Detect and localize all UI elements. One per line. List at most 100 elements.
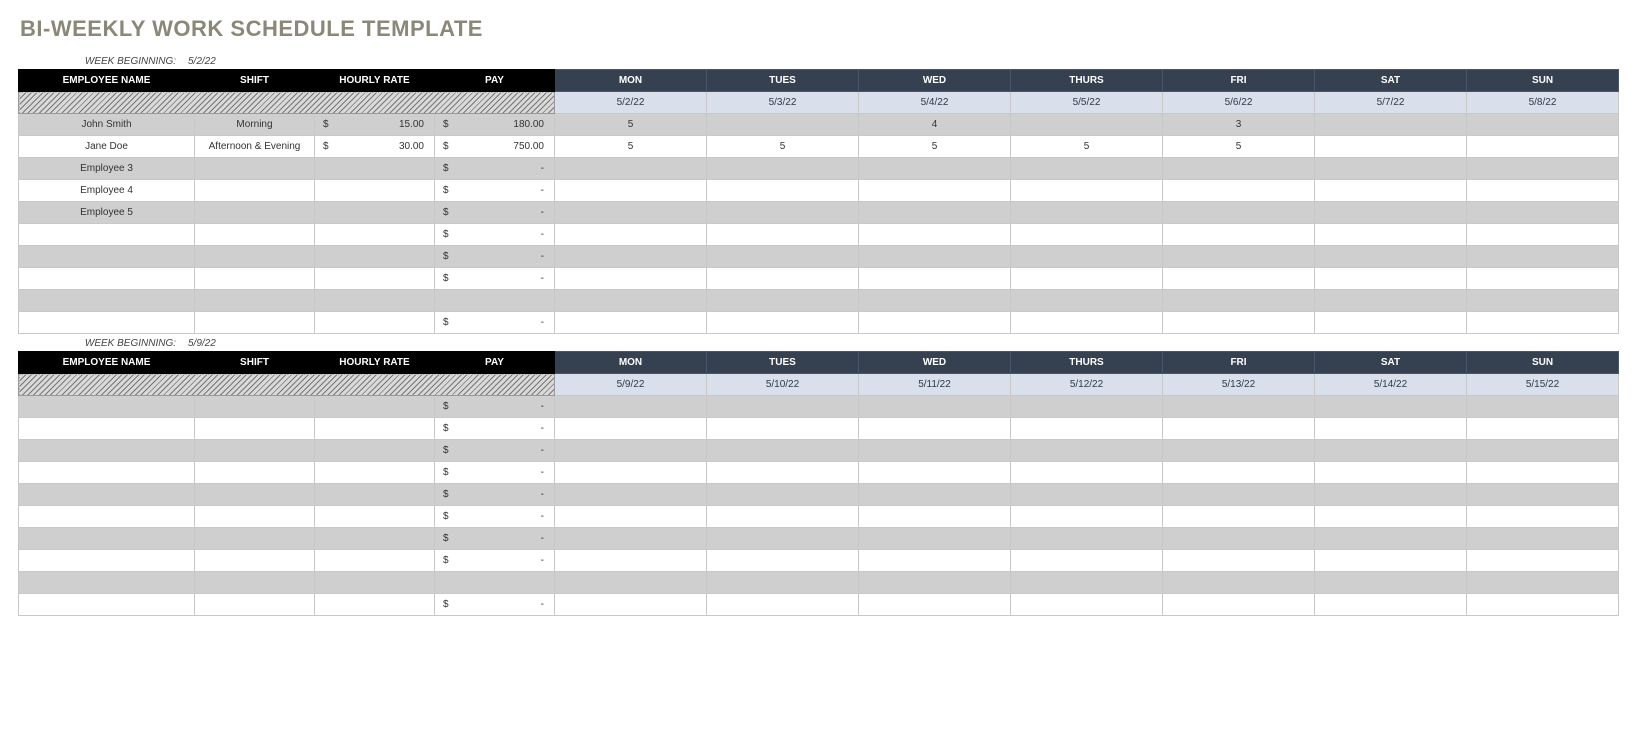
hours-cell[interactable] xyxy=(555,418,707,440)
hours-cell[interactable] xyxy=(555,572,707,594)
shift-cell[interactable] xyxy=(195,202,315,224)
hours-cell[interactable] xyxy=(1011,312,1163,334)
hours-cell[interactable] xyxy=(1315,246,1467,268)
shift-cell[interactable] xyxy=(195,594,315,616)
shift-cell[interactable] xyxy=(195,158,315,180)
hours-cell[interactable] xyxy=(859,312,1011,334)
hours-cell[interactable] xyxy=(1467,290,1619,312)
employee-name-cell[interactable] xyxy=(19,396,195,418)
hours-cell[interactable] xyxy=(1315,312,1467,334)
hours-cell[interactable] xyxy=(1163,202,1315,224)
hours-cell[interactable] xyxy=(555,180,707,202)
hours-cell[interactable] xyxy=(1467,528,1619,550)
shift-cell[interactable] xyxy=(195,396,315,418)
hours-cell[interactable] xyxy=(1467,158,1619,180)
hours-cell[interactable] xyxy=(859,268,1011,290)
hours-cell[interactable] xyxy=(1467,396,1619,418)
hours-cell[interactable] xyxy=(707,246,859,268)
hours-cell[interactable] xyxy=(859,440,1011,462)
hours-cell[interactable] xyxy=(1163,158,1315,180)
hours-cell[interactable] xyxy=(555,528,707,550)
employee-name-cell[interactable] xyxy=(19,550,195,572)
hours-cell[interactable] xyxy=(707,550,859,572)
hourly-rate-cell[interactable] xyxy=(315,440,435,462)
shift-cell[interactable] xyxy=(195,312,315,334)
hours-cell[interactable] xyxy=(707,114,859,136)
hours-cell[interactable] xyxy=(1315,528,1467,550)
pay-cell[interactable]: $- xyxy=(435,224,555,246)
employee-name-cell[interactable]: Jane Doe xyxy=(19,136,195,158)
hours-cell[interactable] xyxy=(1315,572,1467,594)
hours-cell[interactable] xyxy=(859,594,1011,616)
hours-cell[interactable] xyxy=(1315,462,1467,484)
hours-cell[interactable] xyxy=(1163,440,1315,462)
hours-cell[interactable] xyxy=(1011,440,1163,462)
pay-cell[interactable]: $- xyxy=(435,268,555,290)
hours-cell[interactable] xyxy=(1011,418,1163,440)
shift-cell[interactable] xyxy=(195,572,315,594)
hours-cell[interactable] xyxy=(555,246,707,268)
hourly-rate-cell[interactable] xyxy=(315,246,435,268)
hourly-rate-cell[interactable]: $15.00 xyxy=(315,114,435,136)
hours-cell[interactable] xyxy=(1467,484,1619,506)
hours-cell[interactable] xyxy=(1315,550,1467,572)
hours-cell[interactable] xyxy=(555,462,707,484)
hours-cell[interactable] xyxy=(1011,114,1163,136)
pay-cell[interactable]: $- xyxy=(435,550,555,572)
hours-cell[interactable] xyxy=(1011,550,1163,572)
hourly-rate-cell[interactable] xyxy=(315,506,435,528)
hours-cell[interactable] xyxy=(707,528,859,550)
hours-cell[interactable] xyxy=(707,396,859,418)
hours-cell[interactable] xyxy=(1315,506,1467,528)
pay-cell[interactable] xyxy=(435,572,555,594)
shift-cell[interactable] xyxy=(195,224,315,246)
pay-cell[interactable]: $- xyxy=(435,246,555,268)
employee-name-cell[interactable] xyxy=(19,484,195,506)
hours-cell[interactable] xyxy=(1467,136,1619,158)
employee-name-cell[interactable] xyxy=(19,268,195,290)
hours-cell[interactable] xyxy=(1467,180,1619,202)
hours-cell[interactable] xyxy=(707,268,859,290)
hours-cell[interactable] xyxy=(1163,396,1315,418)
hours-cell[interactable] xyxy=(1011,180,1163,202)
hours-cell[interactable] xyxy=(1011,594,1163,616)
hours-cell[interactable] xyxy=(859,506,1011,528)
employee-name-cell[interactable] xyxy=(19,528,195,550)
hours-cell[interactable] xyxy=(707,180,859,202)
hours-cell[interactable] xyxy=(1315,268,1467,290)
hours-cell[interactable] xyxy=(555,440,707,462)
hourly-rate-cell[interactable] xyxy=(315,418,435,440)
hours-cell[interactable] xyxy=(1467,246,1619,268)
pay-cell[interactable]: $- xyxy=(435,594,555,616)
hourly-rate-cell[interactable] xyxy=(315,462,435,484)
hours-cell[interactable]: 5 xyxy=(1163,136,1315,158)
hourly-rate-cell[interactable] xyxy=(315,396,435,418)
hours-cell[interactable] xyxy=(1011,158,1163,180)
shift-cell[interactable] xyxy=(195,506,315,528)
hours-cell[interactable] xyxy=(1315,396,1467,418)
hours-cell[interactable] xyxy=(1315,158,1467,180)
hourly-rate-cell[interactable] xyxy=(315,158,435,180)
pay-cell[interactable]: $- xyxy=(435,396,555,418)
hours-cell[interactable] xyxy=(555,268,707,290)
hours-cell[interactable] xyxy=(1163,246,1315,268)
hours-cell[interactable]: 5 xyxy=(707,136,859,158)
hours-cell[interactable] xyxy=(555,506,707,528)
pay-cell[interactable]: $750.00 xyxy=(435,136,555,158)
pay-cell[interactable]: $- xyxy=(435,202,555,224)
hourly-rate-cell[interactable] xyxy=(315,572,435,594)
employee-name-cell[interactable] xyxy=(19,594,195,616)
hourly-rate-cell[interactable] xyxy=(315,268,435,290)
shift-cell[interactable] xyxy=(195,528,315,550)
hours-cell[interactable] xyxy=(1163,268,1315,290)
hours-cell[interactable] xyxy=(1011,224,1163,246)
employee-name-cell[interactable] xyxy=(19,290,195,312)
hours-cell[interactable] xyxy=(1315,418,1467,440)
hourly-rate-cell[interactable] xyxy=(315,312,435,334)
hours-cell[interactable] xyxy=(1315,224,1467,246)
employee-name-cell[interactable] xyxy=(19,572,195,594)
hours-cell[interactable] xyxy=(1315,202,1467,224)
employee-name-cell[interactable] xyxy=(19,224,195,246)
shift-cell[interactable]: Morning xyxy=(195,114,315,136)
hours-cell[interactable] xyxy=(707,506,859,528)
